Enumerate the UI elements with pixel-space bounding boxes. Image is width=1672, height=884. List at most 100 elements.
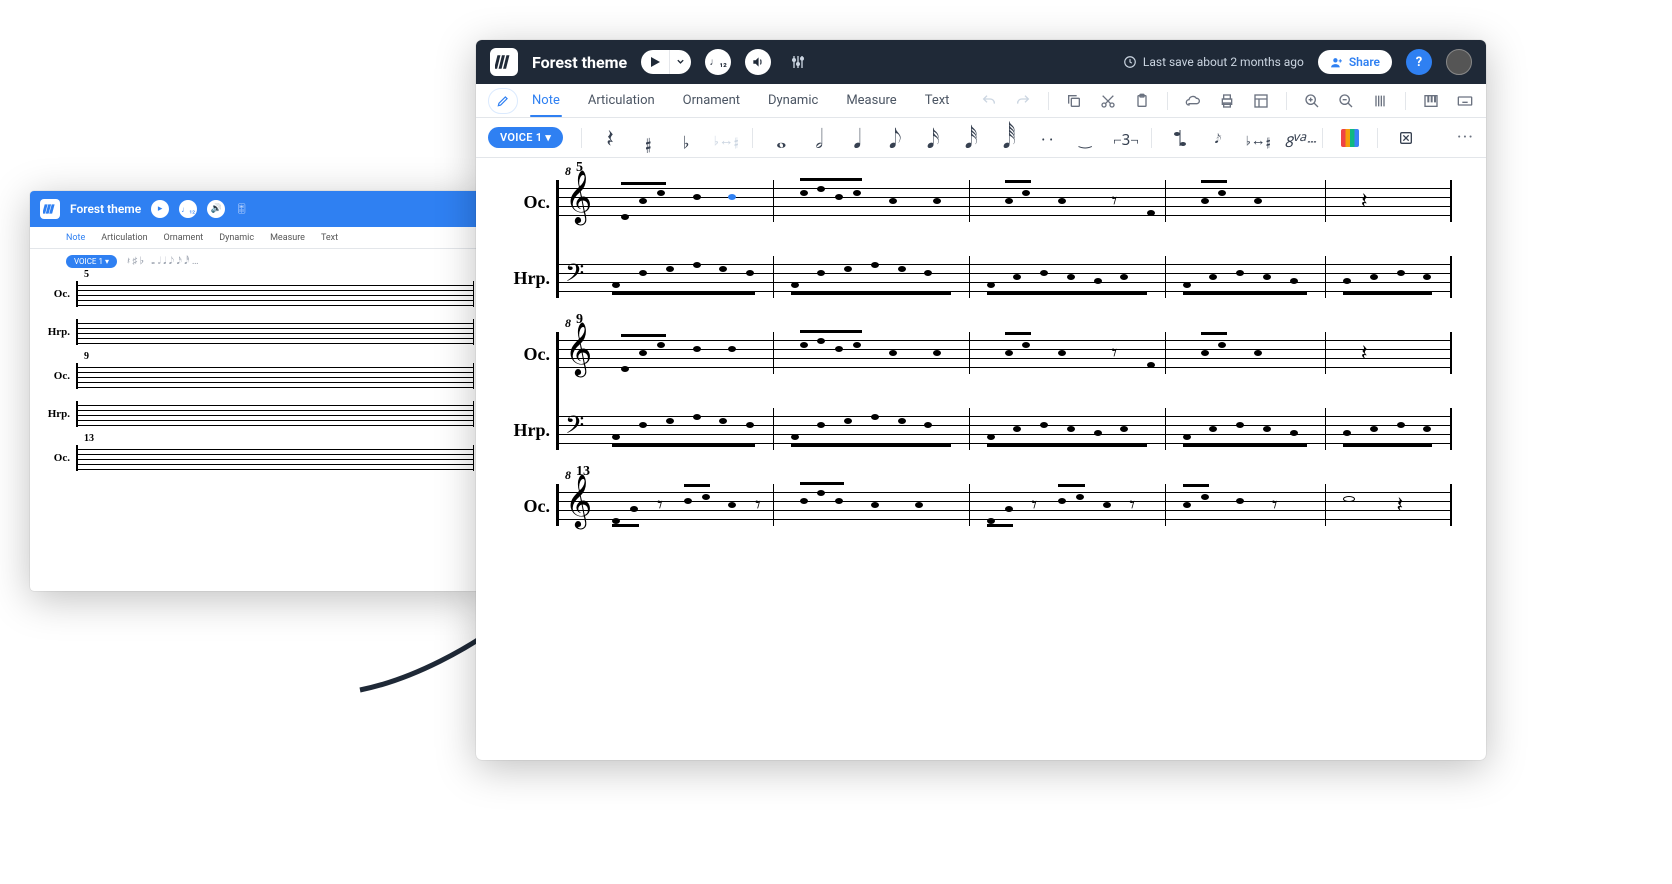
menu-item-articulation[interactable]: Articulation (588, 93, 655, 108)
voice-selector[interactable]: VOICE 1 ▾ (488, 127, 563, 148)
score-area: 5 Oc. Hrp. 9 Oc. Hrp. 13 Oc. (30, 273, 484, 493)
notes: 𝄾 𝄽 (559, 180, 1450, 222)
sixtyfourth-note-tool[interactable]: 𝅘𝅥𝅱 (999, 128, 1019, 148)
staff-treble[interactable]: 8 𝄞 𝄾 𝄾 𝄾 𝄾 (559, 484, 1452, 526)
quarter-note-tool[interactable]: 𝅘𝅥 (847, 128, 867, 148)
score-area[interactable]: 5 Oc. Hrp. 8 𝄞 (476, 158, 1486, 760)
toolbar: VOICE 1 ▾ 𝄽 ♯ ♭ 𝅝 𝅗𝅥 𝅘𝅥 𝅘𝅥𝅮 𝅘𝅥𝅯 𝅘𝅥𝅰 … (30, 249, 484, 273)
share-button[interactable]: Share (1318, 50, 1392, 74)
menu-item-dynamic[interactable]: Dynamic (219, 233, 254, 243)
document-title[interactable]: Forest theme (532, 53, 627, 72)
mixer-button[interactable] (785, 49, 811, 75)
menu-item-measure[interactable]: Measure (270, 233, 305, 243)
user-avatar[interactable] (1446, 49, 1472, 75)
menu-item-dynamic[interactable]: Dynamic (768, 93, 818, 108)
tuplet-tool[interactable]: ⌐3¬ (1113, 130, 1133, 145)
menu-item-note[interactable]: Note (532, 93, 560, 108)
page-view-button[interactable] (1371, 92, 1389, 110)
staff[interactable] (76, 363, 474, 389)
cut-button[interactable] (1099, 92, 1117, 110)
flat-tool[interactable]: ♭ (676, 128, 696, 148)
staff[interactable] (76, 319, 474, 345)
note-toolbar: VOICE 1 ▾ 𝄽 ♯ ♭ ♭↔♯ 𝅝 𝅗𝅥 𝅘𝅥 𝅘𝅥𝅮 𝅘𝅥𝅯 𝅘𝅥𝅰 … (476, 118, 1486, 158)
menu-item-text[interactable]: Text (321, 233, 338, 243)
staff-bass[interactable]: 𝄢 (559, 256, 1452, 298)
instrument-label: Hrp. (46, 326, 76, 338)
tie-tool[interactable]: ‿ (1075, 130, 1095, 145)
pencil-icon (496, 94, 510, 108)
sharp-tool[interactable]: ♯ (638, 128, 658, 148)
notes: 𝄾 𝄽 (559, 332, 1450, 374)
menu-item-note[interactable]: Note (66, 233, 85, 243)
system: 13 Oc. 8 𝄞 𝄾 𝄾 (510, 484, 1452, 526)
more-tools-button[interactable]: ··· (1457, 127, 1474, 148)
play-button[interactable] (641, 50, 669, 74)
layout-button[interactable] (1252, 92, 1270, 110)
menu-right-tools (980, 84, 1474, 117)
share-label: Share (1349, 55, 1380, 69)
cloud-button[interactable] (1184, 92, 1202, 110)
menu-item-text[interactable]: Text (925, 93, 950, 108)
toolbar-glyphs: 𝄽 ♯ ♭ 𝅝 𝅗𝅥 𝅘𝅥 𝅘𝅥𝅮 𝅘𝅥𝅯 𝅘𝅥𝅰 … (127, 256, 199, 267)
play-button-group (641, 50, 691, 74)
measure-number: 5 (84, 269, 89, 280)
menu-item-ornament[interactable]: Ornament (683, 93, 740, 108)
enharmonic-tool[interactable]: ♭↔♯ (1246, 130, 1266, 145)
volume-button[interactable] (745, 49, 771, 75)
metronome-button[interactable]: ♩₁₂ (705, 49, 731, 75)
zoom-in-button[interactable] (1303, 92, 1321, 110)
keyboard-button[interactable] (1456, 92, 1474, 110)
instrument-label: Oc. (504, 192, 550, 213)
system: 9 Oc. Hrp. 8 𝄞 𝄾 (510, 332, 1452, 450)
menu-item-measure[interactable]: Measure (846, 93, 896, 108)
courtesy-accidental-tool[interactable]: ♭↔♯ (714, 130, 734, 145)
ottava-tool[interactable]: 8va┄ (1284, 129, 1304, 147)
editor-window-large: Forest theme ♩₁₂ Last save about 2 month… (476, 40, 1486, 760)
zoom-out-button[interactable] (1337, 92, 1355, 110)
edit-mode-toggle[interactable] (488, 88, 518, 114)
instrument-label: Hrp. (504, 268, 550, 289)
staff[interactable] (76, 401, 474, 427)
menu-item-ornament[interactable]: Ornament (164, 233, 204, 243)
volume-button[interactable]: 🔊 (207, 200, 225, 218)
undo-button[interactable] (980, 92, 998, 110)
color-palette-tool[interactable] (1341, 129, 1359, 147)
grace-note-tool[interactable]: 𝆔 (1208, 128, 1228, 148)
half-note-tool[interactable]: 𝅗𝅥 (809, 128, 829, 148)
print-button[interactable] (1218, 92, 1236, 110)
staff[interactable] (76, 445, 474, 471)
sixteenth-note-tool[interactable]: 𝅘𝅥𝅯 (923, 128, 943, 148)
staff-treble[interactable]: 8 𝄞 𝄾 (559, 180, 1452, 222)
help-button[interactable]: ? (1406, 49, 1432, 75)
play-button[interactable]: ▸ (151, 200, 169, 218)
notes (559, 256, 1450, 298)
instrument-label: Oc. (46, 370, 76, 382)
piano-button[interactable] (1422, 92, 1440, 110)
copy-button[interactable] (1065, 92, 1083, 110)
title-bar: Forest theme ▸ ♩₁₂ 🔊 🎚 (30, 191, 484, 227)
last-save-text: Last save about 2 months ago (1143, 55, 1304, 69)
metronome-button[interactable]: ♩₁₂ (179, 200, 197, 218)
staff[interactable] (76, 281, 474, 307)
chord-tool[interactable] (1170, 128, 1190, 148)
whole-note-tool[interactable]: 𝅝 (771, 128, 791, 148)
eighth-note-tool[interactable]: 𝅘𝅥𝅮 (885, 128, 905, 148)
dot-tool[interactable]: · · (1037, 130, 1057, 145)
instrument-label: Oc. (46, 288, 76, 300)
add-user-icon (1330, 56, 1343, 69)
delete-tool[interactable] (1396, 130, 1416, 146)
staff-treble[interactable]: 8 𝄞 𝄾 𝄽 (559, 332, 1452, 374)
instrument-label: Oc. (46, 452, 76, 464)
play-options-dropdown[interactable] (669, 50, 691, 74)
thirtysecond-note-tool[interactable]: 𝅘𝅥𝅰 (961, 128, 981, 148)
mixer-icon[interactable]: 🎚 (235, 204, 248, 215)
staff-bass[interactable]: 𝄢 (559, 408, 1452, 450)
paste-button[interactable] (1133, 92, 1151, 110)
system: 5 Oc. Hrp. 8 𝄞 (510, 180, 1452, 298)
voice-selector[interactable]: VOICE 1 ▾ (66, 255, 117, 268)
redo-button[interactable] (1014, 92, 1032, 110)
history-icon (1123, 55, 1137, 69)
app-logo-icon[interactable] (490, 48, 518, 76)
rest-tool[interactable]: 𝄽 (600, 128, 620, 148)
menu-item-articulation[interactable]: Articulation (101, 233, 147, 243)
